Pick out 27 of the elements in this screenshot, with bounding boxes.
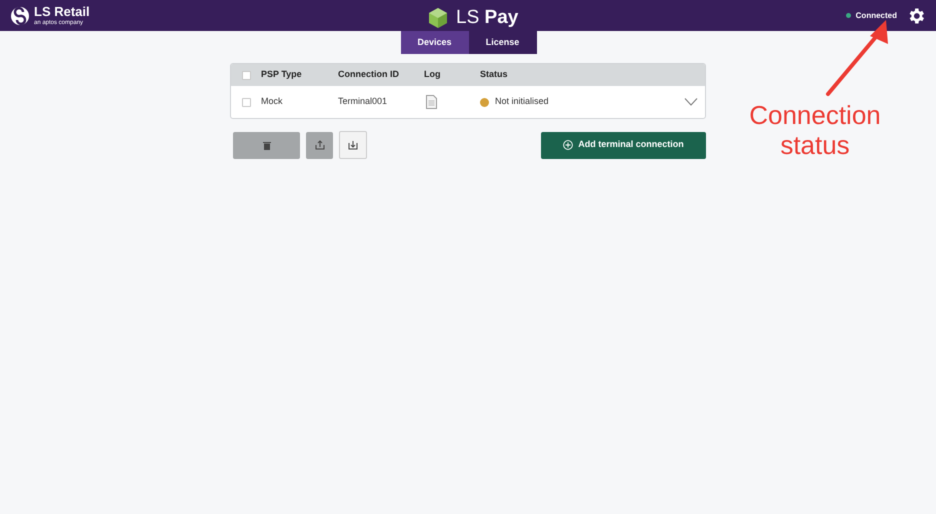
plus-circle-icon — [563, 140, 574, 150]
column-header: Log — [424, 68, 442, 82]
chevron-icon[interactable] — [684, 98, 698, 106]
table-cell-text: Mock — [261, 95, 284, 108]
tab[interactable]: Devices — [400, 31, 468, 54]
status-text: Not initialised — [495, 95, 549, 108]
delete-button[interactable] — [233, 132, 300, 158]
upload-icon — [314, 140, 324, 150]
checkbox[interactable] — [242, 98, 250, 106]
app-title: LS Pay — [456, 6, 518, 30]
annotation-text: Connection status — [748, 100, 882, 160]
column-header: Status — [480, 68, 509, 82]
import-button[interactable] — [339, 131, 367, 159]
add-terminal-button[interactable]: Add terminal connection — [541, 132, 706, 158]
document-icon[interactable] — [426, 95, 437, 109]
export-button[interactable] — [306, 132, 333, 158]
logo-icon — [10, 6, 30, 26]
connection-status: Connected — [856, 10, 897, 22]
table-cell-text: Terminal001 — [338, 95, 388, 108]
cube-icon — [428, 7, 448, 30]
brand-name: LS Retail — [34, 5, 90, 18]
column-header: PSP Type — [261, 68, 303, 82]
column-header: Connection ID — [338, 68, 400, 82]
download-icon — [348, 140, 358, 150]
tab[interactable]: License — [468, 31, 536, 54]
checkbox[interactable] — [242, 70, 250, 80]
trash-icon — [262, 140, 270, 150]
